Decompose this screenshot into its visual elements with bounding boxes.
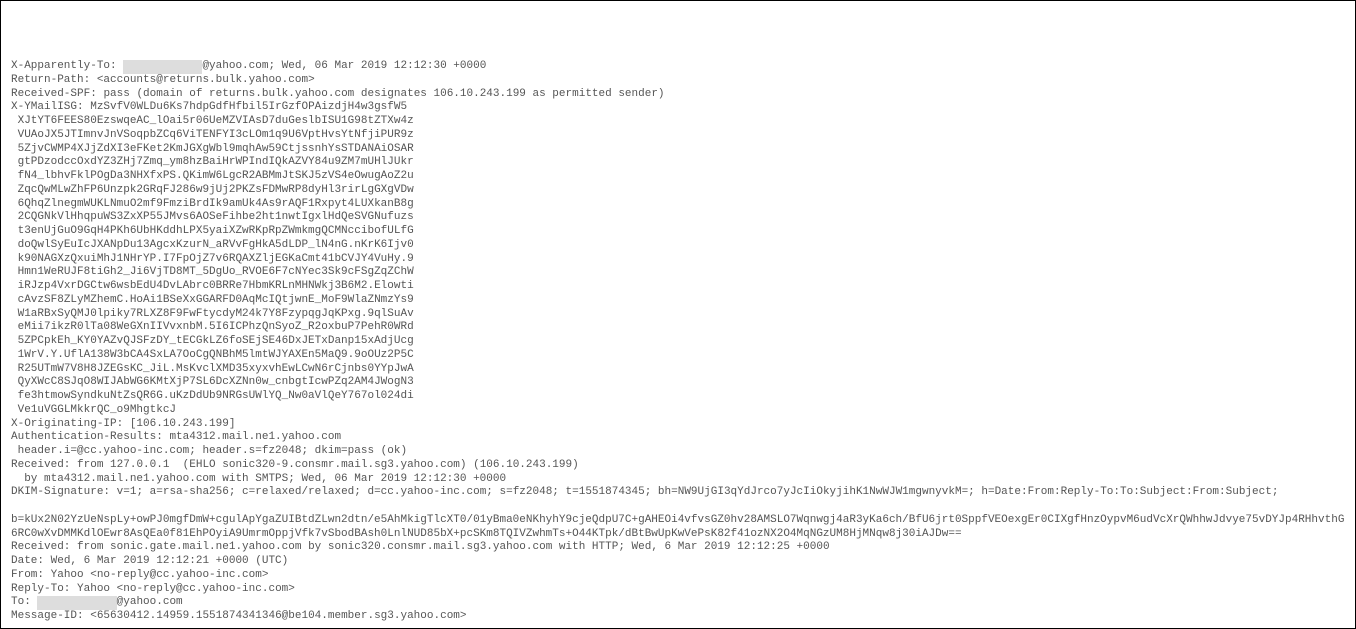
- ymailisg-line: XJtYT6FEES80EzswqeAC_lOai5r06UeMZVIAsD7d…: [11, 115, 414, 127]
- ymailisg-line: fN4_lbhvFklPOgDa3NHXfxPS.QKimW6LgcR2ABMm…: [11, 170, 414, 182]
- header-received-1: Received: from 127.0.0.1 (EHLO sonic320-…: [11, 459, 579, 471]
- header-from: From: Yahoo <no-reply@cc.yahoo-inc.com>: [11, 569, 268, 581]
- header-date: Date: Wed, 6 Mar 2019 12:12:21 +0000 (UT…: [11, 555, 288, 567]
- ymailisg-line: QyXWcC8SJqO8WIJAbWG6KMtXjP7SL6DcXZNn0w_c…: [11, 376, 414, 388]
- header-received-2: Received: from sonic.gate.mail.ne1.yahoo…: [11, 541, 830, 553]
- header-dkim-signature: DKIM-Signature: v=1; a=rsa-sha256; c=rel…: [11, 486, 1278, 498]
- ymailisg-line: eMii7ikzR0lTa08WeGXnIIVvxnbM.5I6ICPhzQnS…: [11, 321, 414, 333]
- ymailisg-line: 5ZPCpkEh_KY0YAZvQJSFzDY_tECGkLZ6foSEjSE4…: [11, 335, 414, 347]
- ymailisg-line: iRJzp4VxrDGCtw6wsbEdU4DvLAbrc0BRRe7HbmKR…: [11, 280, 414, 292]
- header-x-ymailisg: X-YMailISG: MzSvfV0WLDu6Ks7hdpGdfHfbil5I…: [11, 101, 407, 113]
- ymailisg-line: fe3htmowSyndkuNtZsQR6G.uKzDdUb9NRGsUWlYQ…: [11, 390, 414, 402]
- ymailisg-line: 2CQGNkVlHhqpuWS3ZxXP55JMvs6AOSeFihbe2ht1…: [11, 211, 414, 223]
- ymailisg-line: 1WrV.Y.UflA138W3bCA4SxLA7OoCgQNBhM5lmtWJ…: [11, 349, 414, 361]
- header-authentication-results-line2: header.i=@cc.yahoo-inc.com; header.s=fz2…: [11, 445, 407, 457]
- header-return-path: Return-Path: <accounts@returns.bulk.yaho…: [11, 74, 315, 86]
- header-x-originating-ip: X-Originating-IP: [106.10.243.199]: [11, 418, 235, 430]
- header-to: To: xxxxxxxxxxxx@yahoo.com: [11, 596, 183, 608]
- header-received-1-line2: by mta4312.mail.ne1.yahoo.com with SMTPS…: [11, 473, 506, 485]
- ymailisg-line: doQwlSyEuIcJXANpDu13AgcxKzurN_aRVvFgHkA5…: [11, 239, 414, 251]
- redacted-recipient: xxxxxxxxxxxx: [123, 60, 202, 74]
- ymailisg-line: 5ZjvCWMP4XJjZdXI3eFKet2KmJGXgWbl9mqhAw59…: [11, 143, 414, 155]
- ymailisg-line: W1aRBxSyQMJ0lpiky7RLXZ8F9FwFtycdyM24k7Y8…: [11, 308, 414, 320]
- ymailisg-line: R25UTmW7V8H8JZEGsKC_JiL.MsKvclXMD35xyxvh…: [11, 363, 414, 375]
- ymailisg-line: k90NAGXzQxuiMhJ1NHrYP.I7FpOjZ7v6RQAXZljE…: [11, 253, 414, 265]
- header-authentication-results: Authentication-Results: mta4312.mail.ne1…: [11, 431, 341, 443]
- ymailisg-line: Ve1uVGGLMkkrQC_o9MhgtkcJ: [11, 404, 176, 416]
- redacted-to: xxxxxxxxxxxx: [37, 596, 116, 610]
- ymailisg-line: Hmn1WeRUJF8tiGh2_Ji6VjTD8MT_5DgUo_RVOE6F…: [11, 266, 414, 278]
- header-dkim-b: b=kUx2N02YzUeNspLy+owPJ0mgfDmW+cgulApYga…: [11, 500, 1344, 540]
- ymailisg-line: gtPDzodccOxdYZ3ZHj7Zmq_ym8hzBaiHrWPIndIQ…: [11, 156, 414, 168]
- ymailisg-line: cAvzSF8ZLyMZhemC.HoAi1BSeXxGGARFD0AqMcIQ…: [11, 294, 414, 306]
- header-message-id: Message-ID: <65630412.14959.155187434134…: [11, 610, 467, 622]
- header-reply-to: Reply-To: Yahoo <no-reply@cc.yahoo-inc.c…: [11, 583, 295, 595]
- ymailisg-line: VUAoJX5JTImnvJnVSoqpbZCq6ViTENFYI3cLOm1q…: [11, 129, 414, 141]
- ymailisg-line: t3enUjGuO9GqH4PKh6UbHKddhLPX5yaiXZwRKpRp…: [11, 225, 414, 237]
- header-x-apparently-to: X-Apparently-To: xxxxxxxxxxxx@yahoo.com;…: [11, 60, 486, 72]
- header-received-spf: Received-SPF: pass (domain of returns.bu…: [11, 88, 665, 100]
- ymailisg-line: 6QhqZlnegmWUKLNmuO2mf9FmziBrdIk9amUk4As9…: [11, 198, 414, 210]
- ymailisg-line: ZqcQwMLwZhFP6Unzpk2GRqFJ286w9jUj2PKZsFDM…: [11, 184, 414, 196]
